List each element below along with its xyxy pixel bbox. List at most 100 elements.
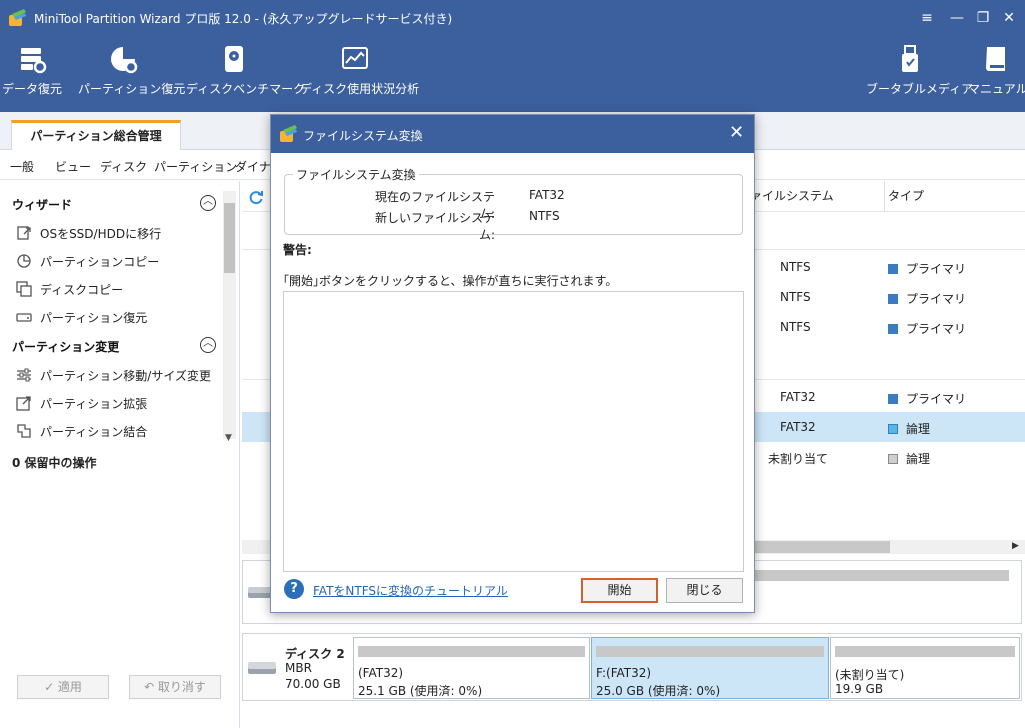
- cell-filesystem: NTFS: [780, 260, 811, 274]
- title-bar: MiniTool Partition Wizard プロ版 12.0 - (永久…: [0, 0, 1025, 36]
- apply-button[interactable]: ✓ 適用: [17, 675, 109, 699]
- partition-info: 25.1 GB (使用済: 0%): [358, 684, 483, 698]
- scroll-down-icon[interactable]: ▼: [225, 433, 232, 443]
- merge-icon: [17, 424, 31, 438]
- cell-type: 論理: [888, 450, 930, 467]
- dialog-title: ファイルシステム変換: [303, 129, 423, 143]
- usage-bar: [596, 646, 824, 657]
- disk-name: ディスク 2: [285, 647, 345, 661]
- partition-block-unallocated[interactable]: (未割り当て) 19.9 GB: [830, 637, 1020, 699]
- window-title: MiniTool Partition Wizard プロ版 12.0 - (永久…: [34, 12, 453, 26]
- scroll-right-icon[interactable]: ▶: [1012, 541, 1019, 551]
- disk-map-disk-2[interactable]: ディスク 2 MBR 70.00 GB (FAT32) 25.1 GB (使用済…: [242, 633, 1022, 701]
- partition-block-selected[interactable]: F:(FAT32) 25.0 GB (使用済: 0%): [591, 637, 829, 699]
- type-color-swatch: [888, 394, 898, 404]
- cell-filesystem: 未割り当て: [768, 452, 829, 466]
- disk-benchmark-button[interactable]: ディスクベンチマーク: [186, 44, 305, 97]
- partition-info: 25.0 GB (使用済: 0%): [596, 684, 721, 698]
- manual-button[interactable]: マニュアル: [968, 44, 1025, 97]
- sliders-icon: [17, 368, 31, 382]
- sidebar-item-label: パーティション結合: [40, 425, 148, 439]
- undo-button[interactable]: ↶ 取り消す: [129, 675, 221, 699]
- collapse-up-icon[interactable]: ︿: [200, 337, 216, 353]
- convert-filesystem-dialog: ファイルシステム変換 ✕ ファイルシステム変換 現在のファイルシステム: FAT…: [270, 114, 755, 613]
- partition-recovery-button[interactable]: パーティション復元: [78, 44, 185, 97]
- partition-name: (FAT32): [358, 666, 404, 680]
- current-filesystem-value: FAT32: [529, 188, 565, 202]
- usage-bar: [358, 646, 585, 657]
- cell-type: プライマリ: [888, 260, 966, 277]
- toolbar-label: ディスク使用状況分析: [300, 82, 420, 96]
- cell-filesystem: FAT32: [780, 390, 816, 404]
- warning-title: 警告:: [283, 243, 312, 257]
- pending-operations: 0 保留中の操作: [12, 456, 97, 470]
- main-toolbar: データ復元 パーティション復元 ディスクベンチマーク ディスク使用状況分析 ブー…: [0, 36, 1025, 112]
- toolbar-label: ディスクベンチマーク: [186, 82, 306, 96]
- wizard-section-title: ウィザード: [12, 198, 73, 212]
- data-recovery-icon: [21, 48, 47, 74]
- type-color-swatch: [888, 424, 898, 434]
- start-button[interactable]: 開始: [581, 578, 658, 603]
- menu-icon[interactable]: ≡: [914, 6, 940, 30]
- toolbar-label: データ復元: [2, 82, 63, 96]
- close-button[interactable]: 閉じる: [666, 578, 743, 603]
- menu-general[interactable]: 一般: [10, 158, 34, 175]
- filesystem-groupbox: [284, 174, 743, 235]
- close-window-button[interactable]: ✕: [996, 6, 1022, 30]
- disk-copy-icon: [16, 281, 32, 297]
- new-filesystem-label: 新しいファイルシステム:: [374, 211, 495, 242]
- column-header-filesystem[interactable]: ァイルシステム: [746, 181, 884, 211]
- space-analyzer-icon: [342, 47, 368, 69]
- sidebar-item-label: パーティションコピー: [40, 255, 160, 269]
- manual-icon: [986, 47, 1005, 71]
- app-logo-icon: [280, 125, 297, 142]
- drive-recovery-icon: [16, 313, 32, 322]
- maximize-button[interactable]: ❐: [970, 6, 996, 30]
- column-header-type[interactable]: タイプ: [884, 181, 1025, 211]
- partition-name: F:(FAT32): [596, 666, 652, 680]
- cell-filesystem: NTFS: [780, 320, 811, 334]
- usage-bar: [835, 646, 1015, 657]
- cell-type: プライマリ: [888, 390, 966, 407]
- toolbar-label: マニュアル: [968, 82, 1025, 96]
- help-icon[interactable]: ?: [284, 579, 304, 599]
- menu-partition[interactable]: パーティション: [154, 158, 237, 175]
- space-analyzer-button[interactable]: ディスク使用状況分析: [300, 44, 419, 97]
- sidebar-item-label: パーティション拡張: [40, 397, 148, 411]
- new-filesystem-value: NTFS: [529, 209, 560, 223]
- warning-message: ｢開始｣ボタンをクリックすると、操作が直ちに実行されます。: [283, 274, 618, 288]
- toolbar-label: ブータブルメディア: [866, 82, 974, 96]
- bootable-media-button[interactable]: ブータブルメディア: [866, 44, 973, 97]
- collapse-up-icon[interactable]: ︿: [200, 195, 216, 211]
- tab-partition-management[interactable]: パーティション総合管理: [11, 120, 181, 151]
- hard-disk-icon: [248, 662, 276, 674]
- type-color-swatch: [888, 324, 898, 334]
- toolbar-label: パーティション復元: [78, 82, 186, 96]
- sidebar-item-label: OSをSSD/HDDに移行: [40, 227, 162, 241]
- refresh-icon[interactable]: [248, 189, 264, 205]
- minimize-button[interactable]: —: [944, 6, 970, 30]
- tutorial-link[interactable]: FATをNTFSに変換のチュートリアル: [313, 582, 508, 599]
- dialog-close-icon[interactable]: ✕: [729, 124, 744, 142]
- sidebar-scroll-thumb[interactable]: [224, 203, 235, 273]
- type-color-swatch: [888, 454, 898, 464]
- usage-bar: [753, 570, 1009, 581]
- partition-name: (未割り当て): [835, 668, 905, 682]
- data-recovery-button[interactable]: データ復元: [2, 44, 62, 97]
- partition-block[interactable]: (FAT32) 25.1 GB (使用済: 0%): [353, 637, 590, 699]
- cell-type: プライマリ: [888, 290, 966, 307]
- dialog-title-bar: ファイルシステム変換 ✕: [271, 115, 754, 153]
- sidebar-item-label: パーティション復元: [40, 311, 148, 325]
- cell-type: プライマリ: [888, 320, 966, 337]
- bootable-media-icon: [902, 45, 918, 72]
- migrate-os-icon: [17, 226, 31, 240]
- menu-disk[interactable]: ディスク: [100, 158, 147, 175]
- partition-change-section-title: パーティション変更: [12, 340, 120, 354]
- groupbox-title: ファイルシステム変換: [293, 166, 419, 183]
- partition-info: 19.9 GB: [835, 682, 884, 696]
- menu-view[interactable]: ビュー: [55, 158, 91, 175]
- sidebar-item-label: ディスクコピー: [40, 283, 124, 297]
- operation-log-area: [283, 291, 744, 572]
- disk-style: MBR: [285, 661, 312, 675]
- extend-icon: [16, 396, 31, 411]
